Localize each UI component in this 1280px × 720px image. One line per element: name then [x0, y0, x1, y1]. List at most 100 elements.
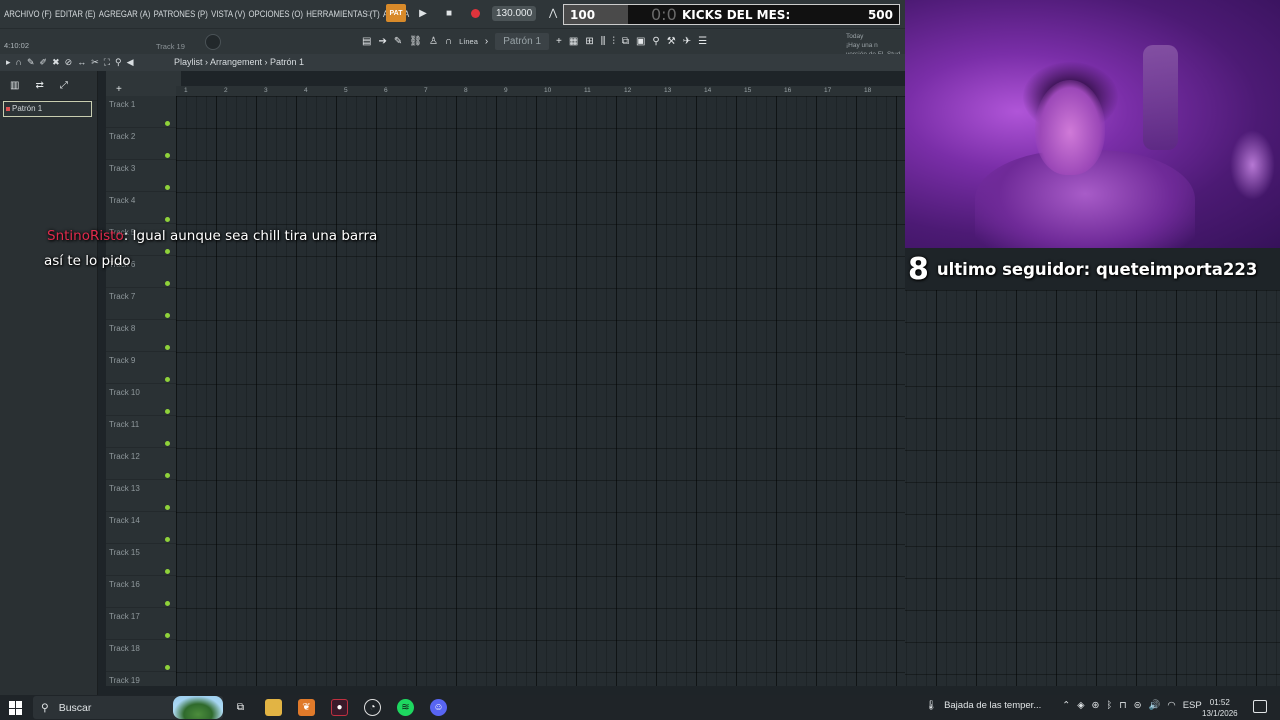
track-mute-led[interactable]	[165, 153, 170, 158]
track-mute-led[interactable]	[165, 569, 170, 574]
link-icon[interactable]: ⛓	[409, 36, 422, 47]
menu-item-4[interactable]: VISTA (V)	[211, 9, 245, 20]
track-mute-led[interactable]	[165, 185, 170, 190]
playlist-icon[interactable]: ▦	[569, 36, 578, 47]
track-header[interactable]: Track 3	[106, 160, 176, 192]
menu-item-2[interactable]: AGREGAR (A)	[99, 9, 151, 20]
track-header[interactable]: Track 8	[106, 320, 176, 352]
track-header[interactable]: Track 12	[106, 448, 176, 480]
mute-tool-icon[interactable]: ⊘	[65, 57, 73, 68]
magnet-snap-icon[interactable]: ∩	[16, 57, 22, 68]
magnet-icon[interactable]: ∩	[445, 36, 452, 47]
usb-icon[interactable]: ⊓	[1119, 700, 1126, 711]
plug-icon[interactable]: ⚲	[652, 36, 659, 47]
track-header[interactable]: Track 10	[106, 384, 176, 416]
track-mute-led[interactable]	[165, 505, 170, 510]
language-indicator[interactable]: ESP	[1183, 700, 1202, 711]
track-mute-led[interactable]	[165, 665, 170, 670]
track-header[interactable]: Track 1	[106, 96, 176, 128]
obs-icon[interactable]: ◔	[364, 699, 381, 716]
track-header[interactable]: Track 19	[106, 672, 176, 686]
snap-select[interactable]: Línea	[459, 37, 478, 46]
playback-tool-icon[interactable]: ◀	[127, 57, 134, 68]
play-button[interactable]: ▶	[414, 4, 432, 22]
sliders-icon[interactable]: ⫶	[612, 36, 615, 47]
taskbar-search[interactable]: ⚲ Buscar	[33, 696, 223, 719]
slip-tool-icon[interactable]: ↔	[77, 57, 86, 68]
track-header[interactable]: Track 14	[106, 512, 176, 544]
stop-button[interactable]: ■	[440, 4, 458, 22]
browser-icon[interactable]: ⧉	[622, 36, 629, 47]
track-mute-led[interactable]	[165, 345, 170, 350]
master-pitch-knob[interactable]	[205, 34, 221, 50]
tools-icon[interactable]: ⚒	[667, 36, 676, 47]
track-mute-led[interactable]	[165, 473, 170, 478]
track-header[interactable]: Track 9	[106, 352, 176, 384]
recording-app-icon[interactable]: ●	[331, 699, 348, 716]
network-icon[interactable]: ⊜	[1134, 700, 1142, 711]
track-mute-led[interactable]	[165, 441, 170, 446]
record-button[interactable]	[466, 4, 484, 22]
playlist-grid-right[interactable]	[905, 290, 1280, 686]
track-header[interactable]: Track 17	[106, 608, 176, 640]
windows-start-icon[interactable]	[9, 701, 23, 715]
playlist-grid[interactable]	[176, 96, 905, 686]
track-header[interactable]: Track 15	[106, 544, 176, 576]
stamp-icon[interactable]: ♙	[429, 36, 438, 47]
arrow-right-icon[interactable]: ➔	[378, 36, 386, 47]
spotify-icon[interactable]: ≋	[397, 699, 414, 716]
menu-list-icon[interactable]: ☰	[698, 36, 707, 47]
discord-icon[interactable]: ☺	[430, 699, 447, 716]
menu-item-0[interactable]: ARCHIVO (F)	[4, 9, 52, 20]
track-mute-led[interactable]	[165, 281, 170, 286]
fl-studio-icon[interactable]: ❦	[298, 699, 315, 716]
track-mute-led[interactable]	[165, 313, 170, 318]
track-mute-led[interactable]	[165, 601, 170, 606]
menu-item-3[interactable]: PATRONES (P)	[154, 9, 208, 20]
zoom-tool-icon[interactable]: ⚲	[115, 57, 122, 68]
draw-tool-icon[interactable]: ✎	[27, 57, 35, 68]
delete-tool-icon[interactable]: ✖	[52, 57, 60, 68]
picker-tab-icon[interactable]: ⇄	[35, 80, 43, 91]
tempo-display[interactable]: 130.000	[492, 5, 537, 21]
paint-tool-icon[interactable]: ✐	[40, 57, 48, 68]
track-header[interactable]: Track 2	[106, 128, 176, 160]
select-tool-icon[interactable]: ⛶	[104, 57, 110, 68]
clock[interactable]: 01:52 13/1/2026	[1202, 697, 1238, 719]
steam-icon[interactable]: ⊛	[1092, 700, 1100, 711]
track-mute-led[interactable]	[165, 217, 170, 222]
chevron-right-icon[interactable]: ›	[485, 36, 488, 47]
track-mute-led[interactable]	[165, 633, 170, 638]
slice-tool-icon[interactable]: ✂	[91, 57, 99, 68]
weather-text[interactable]: Bajada de las temper...	[944, 700, 1041, 711]
track-header[interactable]: Track 16	[106, 576, 176, 608]
track-header[interactable]: Track 11	[106, 416, 176, 448]
bluetooth-icon[interactable]: ᛒ	[1106, 700, 1112, 711]
plugin-icon[interactable]: ▣	[636, 36, 645, 47]
add-track-icon[interactable]: +	[116, 84, 122, 95]
track-mute-led[interactable]	[165, 409, 170, 414]
pattern-selector[interactable]: Patrón 1	[495, 33, 550, 50]
track-header[interactable]: Track 7	[106, 288, 176, 320]
notification-icon[interactable]	[1253, 700, 1267, 713]
volume-icon[interactable]: 🔊	[1149, 700, 1161, 711]
pencil-icon[interactable]: ✎	[394, 36, 402, 47]
wifi-icon[interactable]: ◠	[1167, 700, 1175, 711]
track-header[interactable]: Track 18	[106, 640, 176, 672]
piano-roll-icon[interactable]: ▤	[362, 36, 371, 47]
piano-icon[interactable]: ▥	[10, 80, 19, 91]
track-header[interactable]: Track 4	[106, 192, 176, 224]
menu-item-5[interactable]: OPCIONES (O)	[248, 9, 303, 20]
task-view-icon[interactable]: ⧉	[232, 699, 249, 716]
mixer-icon[interactable]: ⫼	[601, 36, 606, 47]
track-mute-led[interactable]	[165, 377, 170, 382]
add-pattern-icon[interactable]: +	[556, 36, 562, 47]
picker-pattern-item[interactable]: Patrón 1	[3, 101, 92, 117]
metronome-icon[interactable]: ◌	[360, 4, 378, 22]
picker-tab2-icon[interactable]: ⤢	[60, 80, 68, 91]
track-header[interactable]: Track 13	[106, 480, 176, 512]
tray-app-icon[interactable]: ◈	[1077, 700, 1084, 711]
menu-item-1[interactable]: EDITAR (E)	[55, 9, 96, 20]
track-mute-led[interactable]	[165, 121, 170, 126]
options-arrow-icon[interactable]: ▸	[6, 57, 11, 68]
